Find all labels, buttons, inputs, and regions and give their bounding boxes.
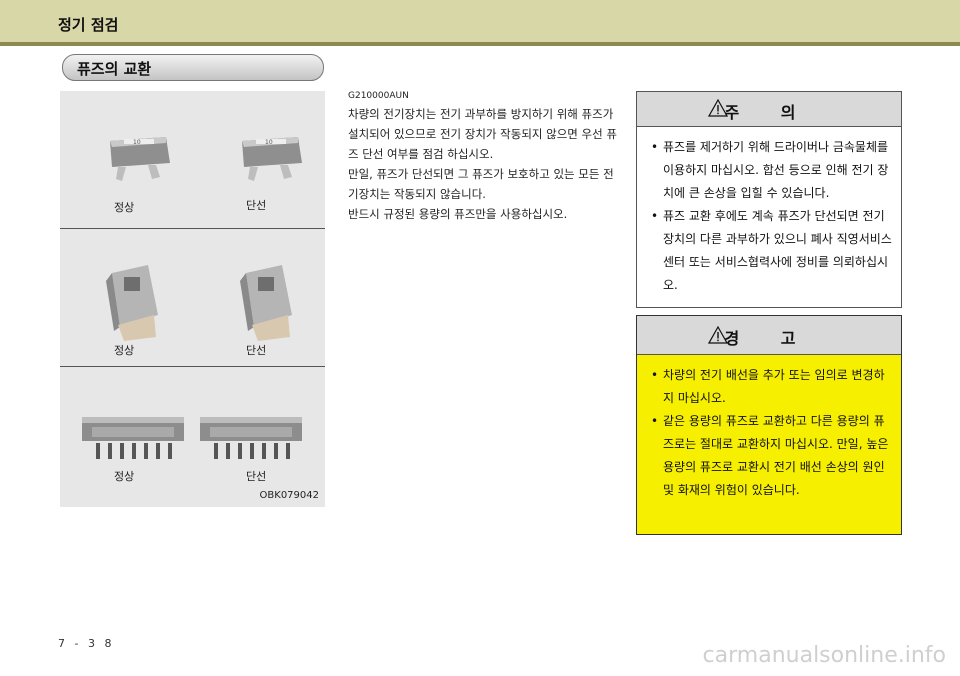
watermark: carmanualsonline.info <box>702 643 946 668</box>
paragraph: 반드시 규정된 용량의 퓨즈만을 사용하십시오. <box>348 207 568 221</box>
header-band <box>0 0 960 42</box>
list-item: • 차량의 전기 배선을 추가 또는 임의로 변경하지 마십시오. <box>651 368 885 405</box>
multi-fuse-normal-image <box>82 417 184 459</box>
caption-blown: 단선 <box>246 199 267 212</box>
figure-divider <box>60 366 325 367</box>
caption-normal: 정상 <box>114 201 135 214</box>
multi-fuse-blown-image <box>200 417 302 459</box>
content-code: G210000AUN <box>348 91 409 101</box>
paragraph: 차량의 전기장치는 전기 과부하를 방지하기 위해 퓨즈가 설치되어 있으므로 … <box>348 107 617 161</box>
cartridge-fuse-blown-image <box>240 265 292 341</box>
section-heading: 퓨즈의 교환 <box>62 54 324 81</box>
warning-header: 경 고 <box>637 316 901 355</box>
header-rule <box>0 42 960 46</box>
caution-header: 주 의 <box>637 92 901 127</box>
caution-list: • 퓨즈를 제거하기 위해 드라이버나 금속물체를 이용하지 마십시오. 합선 등… <box>649 136 895 297</box>
section-title: 퓨즈의 교환 <box>77 60 152 78</box>
paragraph: 만일, 퓨즈가 단선되면 그 퓨즈가 보호하고 있는 모든 전기장치는 작동되지… <box>348 167 614 201</box>
warning-box: 경 고 • 차량의 전기 배선을 추가 또는 임의로 변경하지 마십시오. • 같은… <box>636 315 902 535</box>
blade-fuse-normal-image: 10 <box>110 137 170 181</box>
cartridge-fuse-normal-image <box>106 265 158 341</box>
warning-list: • 차량의 전기 배선을 추가 또는 임의로 변경하지 마십시오. • 같은 용량의… <box>649 364 895 502</box>
caution-box: 주 의 • 퓨즈를 제거하기 위해 드라이버나 금속물체를 이용하지 마십시오. … <box>636 91 902 308</box>
chapter-title: 정기 점검 <box>58 16 119 34</box>
caution-title: 주 의 <box>724 103 814 122</box>
list-item: • 퓨즈 교환 후에도 계속 퓨즈가 단선되면 전기장치의 다른 과부하가 있으니… <box>651 209 892 292</box>
warning-title: 경 고 <box>724 329 814 348</box>
caption-normal: 정상 <box>114 470 135 483</box>
fuse-figure: 10 10 정상 단선 정상 단선 정상 단선 OBK079042 <box>60 91 325 507</box>
blade-fuse-blown-image: 10 <box>242 137 302 181</box>
page-number: 7 - 3 8 <box>58 637 115 650</box>
caption-normal: 정상 <box>114 344 135 357</box>
figure-divider <box>60 228 325 229</box>
fuse-rating-text: 10 <box>265 139 273 146</box>
figure-code: OBK079042 <box>259 490 319 501</box>
body-text: 차량의 전기장치는 전기 과부하를 방지하기 위해 퓨즈가 설치되어 있으므로 … <box>348 104 618 224</box>
caption-blown: 단선 <box>246 344 267 357</box>
caption-blown: 단선 <box>246 470 267 483</box>
list-item: • 퓨즈를 제거하기 위해 드라이버나 금속물체를 이용하지 마십시오. 합선 등… <box>651 140 889 200</box>
list-item: • 같은 용량의 퓨즈로 교환하고 다른 용량의 퓨즈로는 절대로 교환하지 마십… <box>651 414 889 497</box>
fuse-rating-text: 10 <box>133 139 141 146</box>
